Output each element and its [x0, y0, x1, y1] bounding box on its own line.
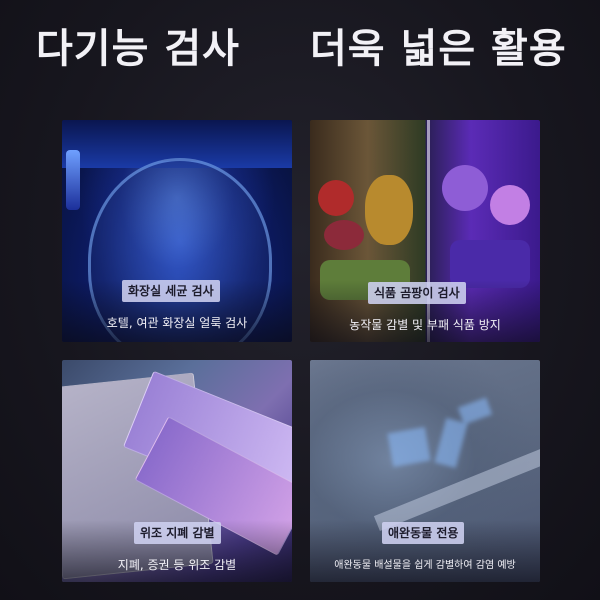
card-label: 화장실 세균 검사: [122, 280, 220, 302]
card-food-mold-inspection: 식품 곰팡이 검사 농작물 감별 및 부패 식품 방지: [310, 120, 540, 342]
stain: [434, 417, 468, 469]
stain: [457, 397, 493, 425]
card-toilet-inspection: 화장실 세균 검사 호텔, 여관 화장실 얼룩 검사: [62, 120, 292, 342]
card-label: 위조 지폐 감별: [134, 522, 221, 544]
card-caption: 애완동물 배설물을 쉽게 감별하여 감염 예방: [334, 560, 516, 571]
uv-fruit: [442, 165, 488, 211]
grapes: [324, 220, 364, 250]
tomato: [318, 180, 354, 216]
pineapple: [365, 175, 413, 245]
stain: [387, 426, 431, 468]
card-label: 애완동물 전용: [382, 522, 465, 544]
card-caption: 지폐, 증권 등 위조 감별: [117, 558, 237, 572]
headline-multifunction: 다기능 검사: [36, 26, 240, 72]
card-caption: 호텔, 여관 화장실 얼룩 검사: [106, 316, 248, 330]
card-counterfeit-detection: 위조 지폐 감별 지폐, 증권 등 위조 감별: [62, 360, 292, 582]
uv-grapes: [490, 185, 530, 225]
card-label: 식품 곰팡이 검사: [368, 282, 466, 304]
uv-lamp: [66, 150, 80, 210]
card-caption: 농작물 감별 및 부패 식품 방지: [349, 318, 501, 332]
headline-wider-use: 더욱 넓은 활용: [310, 26, 567, 72]
card-pet-use: 애완동물 전용 애완동물 배설물을 쉽게 감별하여 감염 예방: [310, 360, 540, 582]
